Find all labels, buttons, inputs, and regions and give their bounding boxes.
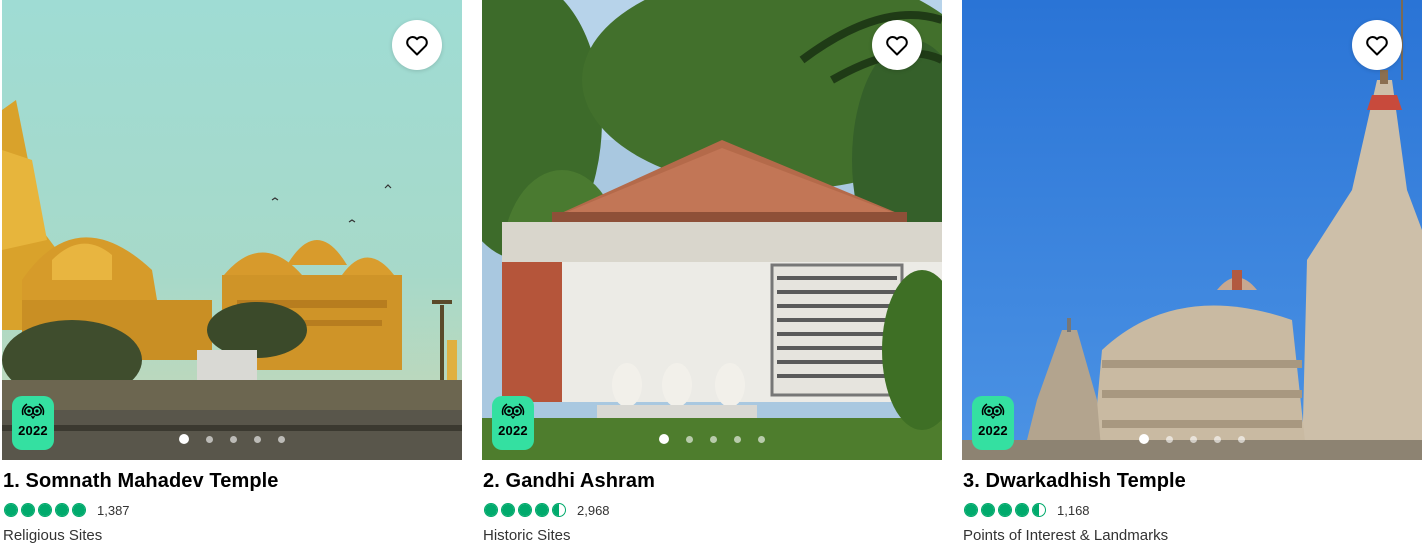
rating-bubbles <box>4 503 86 517</box>
attraction-title[interactable]: 1. Somnath Mahadev Temple <box>3 470 462 493</box>
temple-photo-dwarkadhish <box>962 0 1422 460</box>
carousel-dot[interactable] <box>1190 435 1197 443</box>
save-heart-button[interactable] <box>1352 20 1402 70</box>
save-heart-button[interactable] <box>872 20 922 70</box>
carousel-dots[interactable] <box>962 434 1422 444</box>
rating-bubble <box>72 503 86 517</box>
carousel-dots[interactable] <box>2 434 462 444</box>
attraction-category: Historic Sites <box>483 527 571 544</box>
review-count[interactable]: 2,968 <box>577 503 610 518</box>
carousel-dot[interactable] <box>710 435 717 443</box>
ashram-photo <box>482 0 942 460</box>
rating-row: 1,168 <box>964 501 1422 519</box>
attraction-category: Religious Sites <box>3 527 103 544</box>
rating-bubble <box>55 503 69 517</box>
heart-icon <box>406 36 428 56</box>
heart-icon <box>1366 36 1388 56</box>
carousel-dot[interactable] <box>278 435 285 443</box>
card-photo[interactable]: 2022 <box>2 0 462 460</box>
rating-row: 2,968 <box>484 501 942 519</box>
carousel-dot[interactable] <box>758 435 765 443</box>
carousel-dot[interactable] <box>1238 435 1245 443</box>
rating-bubble <box>998 503 1012 517</box>
attractions-card-row: 2022 1. Somnath Mahadev Temple 1,387 Rel… <box>0 0 1423 547</box>
travellers-choice-owl-icon <box>501 403 525 420</box>
rating-bubbles <box>484 503 566 517</box>
save-heart-button[interactable] <box>392 20 442 70</box>
rating-row: 1,387 <box>4 501 462 519</box>
attraction-card-somnath[interactable]: 2022 1. Somnath Mahadev Temple 1,387 Rel… <box>2 0 462 547</box>
attraction-category: Points of Interest & Landmarks <box>963 527 1169 544</box>
carousel-dot[interactable] <box>230 435 237 443</box>
rating-bubble <box>964 503 978 517</box>
review-count[interactable]: 1,387 <box>97 503 130 518</box>
carousel-dot[interactable] <box>206 435 213 443</box>
attraction-title[interactable]: 3. Dwarkadhish Temple <box>963 470 1422 493</box>
rating-bubble <box>552 503 566 517</box>
rating-bubble <box>981 503 995 517</box>
rating-bubbles <box>964 503 1046 517</box>
attraction-title[interactable]: 2. Gandhi Ashram <box>483 470 942 493</box>
temple-photo-somnath <box>2 0 462 460</box>
rating-bubble <box>38 503 52 517</box>
card-photo[interactable]: 2022 <box>482 0 942 460</box>
rating-bubble <box>518 503 532 517</box>
carousel-dot[interactable] <box>659 434 669 444</box>
heart-icon <box>886 36 908 56</box>
rating-bubble <box>4 503 18 517</box>
travellers-choice-owl-icon <box>21 403 45 420</box>
rating-bubble <box>1032 503 1046 517</box>
carousel-dot[interactable] <box>734 435 741 443</box>
review-count[interactable]: 1,168 <box>1057 503 1090 518</box>
rating-bubble <box>484 503 498 517</box>
carousel-dot[interactable] <box>686 435 693 443</box>
carousel-dots[interactable] <box>482 434 942 444</box>
rating-bubble <box>535 503 549 517</box>
rating-bubble <box>1015 503 1029 517</box>
travellers-choice-owl-icon <box>981 403 1005 420</box>
carousel-dot[interactable] <box>1214 435 1221 443</box>
attraction-card-dwarkadhish[interactable]: 2022 3. Dwarkadhish Temple 1,168 Points … <box>962 0 1422 547</box>
carousel-dot[interactable] <box>1139 434 1149 444</box>
rating-bubble <box>501 503 515 517</box>
attraction-card-gandhi-ashram[interactable]: 2022 2. Gandhi Ashram 2,968 Historic Sit… <box>482 0 942 547</box>
carousel-dot[interactable] <box>179 434 189 444</box>
rating-bubble <box>21 503 35 517</box>
carousel-dot[interactable] <box>1166 435 1173 443</box>
card-photo[interactable]: 2022 <box>962 0 1422 460</box>
carousel-dot[interactable] <box>254 435 261 443</box>
